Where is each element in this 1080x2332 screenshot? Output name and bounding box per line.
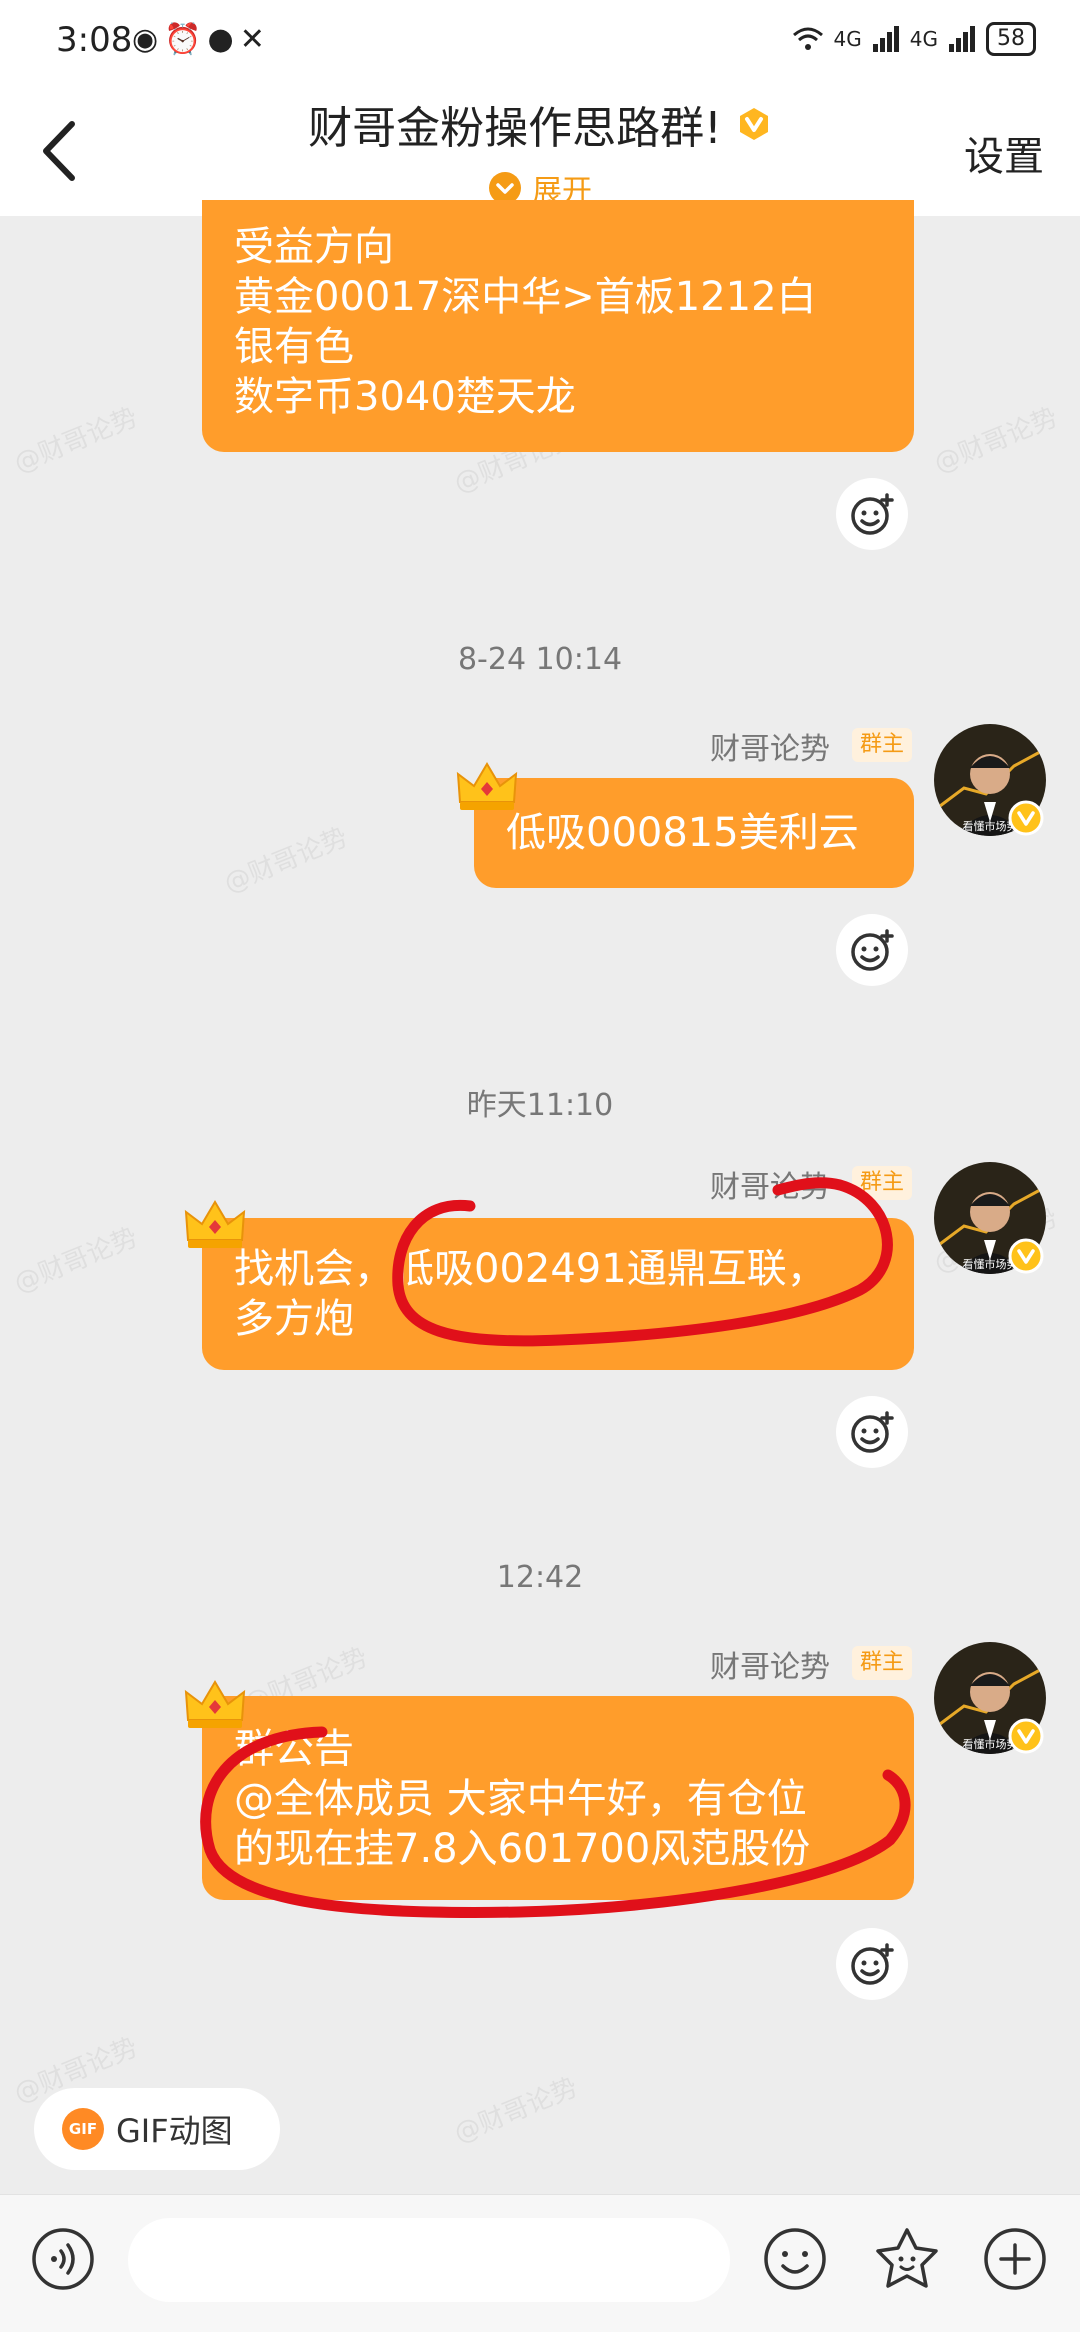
owner-badge: 群主 <box>852 728 912 762</box>
message-timestamp: 12:42 <box>496 1560 584 1595</box>
watermark: @财哥论势 <box>220 822 352 900</box>
message-line: 低吸000815美利云 <box>506 810 859 856</box>
message-timestamp: 昨天11:10 <box>466 1088 614 1123</box>
vip-icon <box>739 108 768 140</box>
location-icon: ● <box>207 22 240 57</box>
message-bubble[interactable]: 低吸000815美利云 <box>474 778 914 888</box>
message-bubble[interactable]: 群公告 @全体成员 大家中午好，有仓位 的现在挂7.8入601700风范股份 <box>202 1696 914 1900</box>
mute-icon: ✕ <box>239 22 271 57</box>
crown-icon <box>184 1200 246 1248</box>
owner-badge: 群主 <box>852 1166 912 1200</box>
watermark: @财哥论势 <box>930 402 1062 480</box>
emoji-react-button[interactable] <box>836 914 908 986</box>
network-type-2: 4G <box>909 27 938 51</box>
status-icons: ◉⏰●✕ <box>132 22 271 57</box>
message-line: 群公告 <box>234 1726 354 1772</box>
crown-icon <box>456 762 518 810</box>
sender-name: 财哥论势 <box>710 1650 830 1685</box>
message-line: 数字币3040楚天龙 <box>234 374 576 420</box>
status-time: 3:08 <box>56 20 133 60</box>
plus-icon[interactable] <box>982 2226 1048 2292</box>
emoji-react-button[interactable] <box>836 1396 908 1468</box>
emoji-icon[interactable] <box>762 2226 828 2292</box>
verified-icon <box>1008 1718 1044 1754</box>
group-title: 财哥金粉操作思路群! <box>308 103 722 154</box>
message-bubble[interactable]: 受益方向 黄金00017深中华>首板1212白 银有色 数字币3040楚天龙 <box>202 200 914 452</box>
eye-icon: ◉ <box>132 22 165 57</box>
signal-icon <box>949 26 975 52</box>
verified-icon <box>1008 800 1044 836</box>
network-type-1: 4G <box>833 27 862 51</box>
emoji-react-icon <box>851 1943 894 1985</box>
sticker-icon[interactable] <box>872 2226 942 2292</box>
sender-name: 财哥论势 <box>710 1170 830 1205</box>
emoji-react-icon <box>851 493 894 535</box>
message-line: @全体成员 大家中午好，有仓位 <box>234 1776 807 1822</box>
message-timestamp: 8-24 10:14 <box>457 642 623 677</box>
owner-badge: 群主 <box>852 1646 912 1680</box>
settings-button[interactable]: 设置 <box>964 124 1044 182</box>
message-line: 多方炮 <box>234 1296 354 1342</box>
sender-name: 财哥论势 <box>710 732 830 767</box>
voice-icon[interactable] <box>30 2226 96 2292</box>
message-line: 找机会，低吸002491通鼎互联， <box>234 1246 827 1292</box>
crown-icon <box>184 1680 246 1728</box>
message-line: 的现在挂7.8入601700风范股份 <box>234 1826 811 1872</box>
watermark: @财哥论势 <box>10 402 142 480</box>
emoji-react-icon <box>851 1411 894 1453</box>
status-right: 4G 4G 58 <box>792 22 1036 56</box>
emoji-react-button[interactable] <box>836 478 908 550</box>
battery-level: 58 <box>986 22 1036 56</box>
message-line: 银有色 <box>234 324 354 370</box>
alarm-icon: ⏰ <box>164 22 208 57</box>
signal-icon <box>872 26 899 52</box>
group-title-row: 财哥金粉操作思路群! <box>0 92 1080 156</box>
gif-icon: GIF <box>62 2108 104 2150</box>
gif-label: GIF动图 <box>116 2112 233 2150</box>
emoji-react-button[interactable] <box>836 1928 908 2000</box>
wifi-icon <box>792 27 823 50</box>
message-bubble[interactable]: 找机会，低吸002491通鼎互联， 多方炮 <box>202 1218 914 1370</box>
watermark: @财哥论势 <box>450 2072 582 2150</box>
message-line: 受益方向 <box>234 224 394 270</box>
verified-icon <box>1008 1238 1044 1274</box>
message-line: 黄金00017深中华>首板1212白 <box>234 274 817 320</box>
gif-button[interactable]: GIF GIF动图 <box>34 2088 280 2170</box>
message-input[interactable] <box>128 2218 730 2302</box>
emoji-react-icon <box>851 929 894 971</box>
watermark: @财哥论势 <box>10 1222 142 1300</box>
